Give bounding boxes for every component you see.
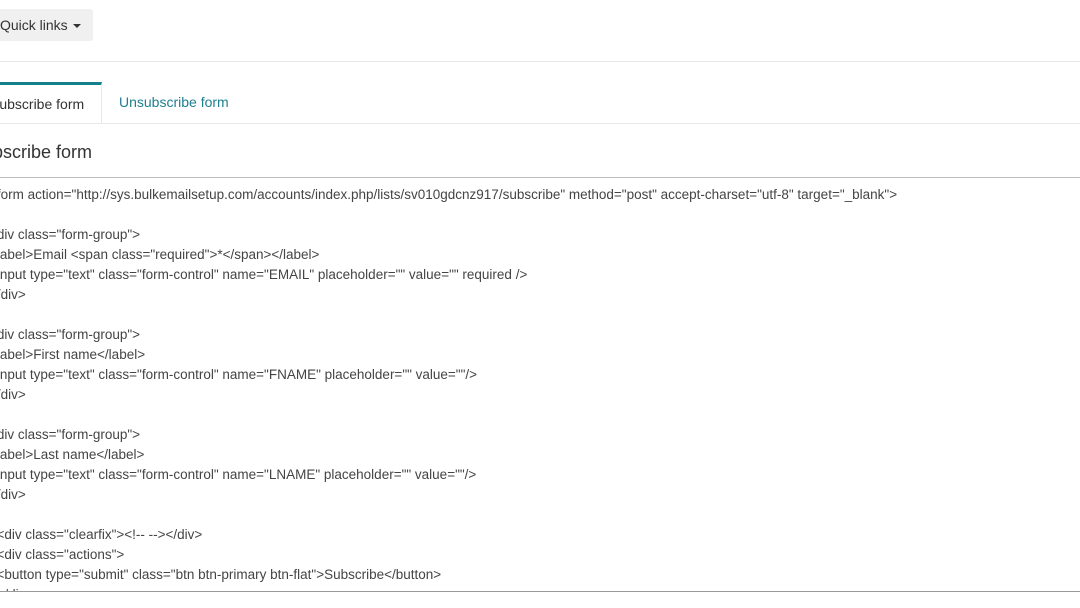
code-line: <div class="form-group">	[0, 227, 141, 242]
tab-unsubscribe-form[interactable]: Unsubscribe form	[119, 82, 229, 122]
panel-divider	[0, 177, 1080, 178]
code-line: </div>	[0, 487, 26, 502]
textarea-bottom-border	[0, 591, 1080, 592]
code-line: <div class="form-group">	[0, 327, 141, 342]
top-bar: Quick links	[0, 0, 1080, 62]
form-tabs: Subscribe form Unsubscribe form	[0, 82, 1080, 124]
embed-code-textarea[interactable]: <form action="http://sys.bulkemailsetup.…	[0, 185, 1080, 591]
tab-label: Subscribe form	[0, 96, 85, 112]
caret-down-icon	[72, 24, 81, 28]
code-line: <button type="submit" class="btn btn-pri…	[0, 567, 442, 582]
quick-links-label: Quick links	[0, 17, 68, 33]
code-line: <div class="clearfix"><!-- --></div>	[0, 527, 203, 542]
code-line: <label>First name</label>	[0, 347, 146, 362]
quick-links-dropdown[interactable]: Quick links	[0, 9, 93, 41]
code-line: </div>	[0, 387, 26, 402]
tab-subscribe-form[interactable]: Subscribe form	[0, 82, 102, 123]
panel-title: Subscribe form	[0, 142, 93, 162]
code-line: <label>Email <span class="required">*</s…	[0, 247, 320, 262]
code-line: </div>	[0, 287, 26, 302]
code-line: <input type="text" class="form-control" …	[0, 367, 478, 382]
tab-label: Unsubscribe form	[119, 94, 229, 110]
code-line: <input type="text" class="form-control" …	[0, 267, 528, 282]
code-line: <div class="form-group">	[0, 427, 141, 442]
code-line: <form action="http://sys.bulkemailsetup.…	[0, 187, 898, 202]
code-line: <label>Last name</label>	[0, 447, 145, 462]
code-line: <input type="text" class="form-control" …	[0, 467, 477, 482]
code-line: <div class="actions">	[0, 547, 125, 562]
